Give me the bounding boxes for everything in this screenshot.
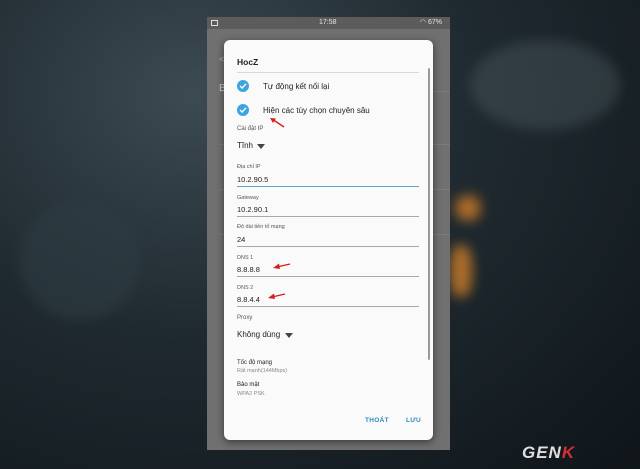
prefix-length-underline (237, 246, 419, 247)
gateway-label: Gateway (237, 195, 259, 201)
auto-reconnect-label: Tự động kết nối lại (263, 82, 330, 91)
dialog-title: HocZ (237, 57, 259, 67)
annotation-arrow-icon (273, 263, 291, 269)
ip-address-input[interactable]: 10.2.90.5 (237, 175, 268, 184)
dropdown-arrow-icon[interactable] (257, 144, 265, 149)
dns1-label: DNS 1 (237, 255, 254, 261)
advanced-options-checkbox[interactable] (237, 104, 249, 116)
gallery-icon (211, 20, 218, 26)
background-light (450, 245, 472, 297)
ip-settings-dropdown[interactable]: Tĩnh (237, 141, 253, 150)
proxy-label: Proxy (237, 315, 253, 321)
background-blur (470, 40, 620, 130)
wifi-network-dialog: HocZ Tự động kết nối lại Hiện các tùy ch… (224, 40, 433, 440)
gateway-underline (237, 216, 419, 217)
auto-reconnect-checkbox[interactable] (237, 80, 249, 92)
background-light (455, 195, 481, 221)
dns2-input[interactable]: 8.8.4.4 (237, 295, 260, 304)
security-label: Bảo mật (237, 382, 260, 388)
annotation-arrow-icon (270, 118, 285, 128)
gateway-input[interactable]: 10.2.90.1 (237, 205, 268, 214)
cancel-button[interactable]: THOÁT (365, 417, 389, 424)
divider (237, 72, 419, 73)
ip-address-label: Địa chỉ IP (237, 164, 261, 170)
dropdown-arrow-icon[interactable] (285, 333, 293, 338)
genk-logo: GENK (522, 443, 576, 462)
advanced-options-label: Hiện các tùy chọn chuyên sâu (263, 106, 370, 115)
prefix-length-label: Độ dài tiền tố mạng (237, 224, 285, 230)
battery-level: ◠ 67% (419, 19, 442, 26)
check-icon (239, 107, 247, 113)
ip-address-underline (237, 186, 419, 187)
background-blur (20, 200, 140, 320)
link-speed-value: Rất mạnh(144Mbps) (237, 368, 288, 374)
save-button[interactable]: LƯU (406, 417, 421, 424)
prefix-length-input[interactable]: 24 (237, 235, 245, 244)
scrollbar[interactable] (428, 68, 430, 360)
annotation-arrow-icon (268, 293, 286, 299)
proxy-dropdown[interactable]: Không dùng (237, 330, 280, 339)
check-icon (239, 83, 247, 89)
dns2-underline (237, 306, 419, 307)
link-speed-label: Tốc độ mạng (237, 360, 273, 366)
wifi-icon: ◠ (419, 19, 427, 26)
status-time: 17:58 (319, 19, 337, 26)
dns1-underline (237, 276, 419, 277)
security-value: WPA2 PSK (237, 391, 265, 397)
dns1-input[interactable]: 8.8.8.8 (237, 265, 260, 274)
ip-settings-label: Cài đặt IP (237, 126, 264, 132)
status-bar: 17:58 ◠ 67% (207, 17, 450, 29)
dns2-label: DNS 2 (237, 285, 254, 291)
